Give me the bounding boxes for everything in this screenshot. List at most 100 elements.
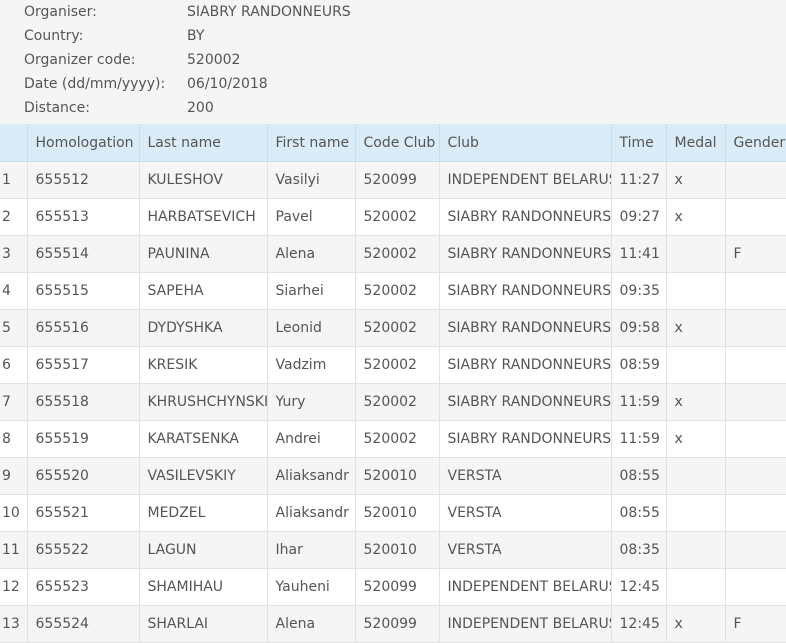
table-row[interactable]: 7 655518 KHRUSHCHYNSKI Yury 520002 SIABRY RAN…	[0, 383, 786, 421]
table-row[interactable]: 8 655519 KARATSENKA Andrei 520002 SIABRY RAND…	[0, 420, 786, 458]
first-name-cell: Aliaksandr	[267, 457, 356, 495]
row-index: 1	[0, 161, 28, 199]
col-header-homologation[interactable]: Homologation	[27, 124, 140, 162]
homologation-cell: 655515	[27, 272, 140, 310]
first-name-cell: Yauheni	[267, 568, 356, 606]
date-value: 06/10/2018	[187, 76, 268, 92]
col-header-time[interactable]: Time	[611, 124, 667, 162]
first-name-cell: Vadzim	[267, 346, 356, 384]
club-cell: VERSTA	[439, 494, 612, 532]
table-row[interactable]: 5 655516 DYDYSHKA Leonid 520002 SIABRY RANDON…	[0, 309, 786, 347]
col-header-gender[interactable]: Gender	[725, 124, 786, 162]
medal-cell	[666, 568, 726, 606]
club-cell: SIABRY RANDONNEURS	[439, 272, 612, 310]
time-cell: 08:59	[611, 346, 667, 384]
table-row[interactable]: 3 655514 PAUNINA Alena 520002 SIABRY RANDONNE…	[0, 235, 786, 273]
last-name-cell: SAPEHA	[139, 272, 268, 310]
club-cell: INDEPENDENT BELARUS	[439, 605, 612, 643]
medal-cell: x	[666, 161, 726, 199]
last-name-cell: HARBATSEVICH	[139, 198, 268, 236]
code-club-cell: 520002	[355, 235, 440, 273]
time-cell: 09:27	[611, 198, 667, 236]
table-row[interactable]: 11 655522 LAGUN Ihar 520010 VERSTA 08:35	[0, 531, 786, 569]
country-label: Country:	[24, 28, 84, 44]
gender-cell	[725, 494, 786, 532]
homologation-cell: 655523	[27, 568, 140, 606]
gender-cell	[725, 198, 786, 236]
last-name-cell: KARATSENKA	[139, 420, 268, 458]
organizer-code-value: 520002	[187, 52, 241, 68]
club-cell: SIABRY RANDONNEURS	[439, 309, 612, 347]
row-index: 4	[0, 272, 28, 310]
row-index: 5	[0, 309, 28, 347]
first-name-cell: Siarhei	[267, 272, 356, 310]
row-index: 3	[0, 235, 28, 273]
gender-cell: F	[725, 235, 786, 273]
homologation-cell: 655518	[27, 383, 140, 421]
col-header-club[interactable]: Club	[439, 124, 612, 162]
col-header-code-club[interactable]: Code Club	[355, 124, 440, 162]
medal-cell	[666, 235, 726, 273]
last-name-cell: SHAMIHAU	[139, 568, 268, 606]
code-club-cell: 520010	[355, 494, 440, 532]
table-row[interactable]: 9 655520 VASILEVSKIY Aliaksandr 520010 VERSTA…	[0, 457, 786, 495]
country-value: BY	[187, 28, 205, 44]
organizer-code-row: Organizer code: 520002	[24, 48, 764, 72]
club-cell: SIABRY RANDONNEURS	[439, 198, 612, 236]
event-info: Organiser: SIABRY RANDONNEURS Country: B…	[0, 0, 786, 124]
table-row[interactable]: 1 655512 KULESHOV Vasilyi 520099 INDEPENDENT …	[0, 161, 786, 199]
time-cell: 11:59	[611, 420, 667, 458]
medal-cell: x	[666, 309, 726, 347]
gender-cell	[725, 272, 786, 310]
row-index: 13	[0, 605, 28, 643]
last-name-cell: KULESHOV	[139, 161, 268, 199]
last-name-cell: MEDZEL	[139, 494, 268, 532]
last-name-cell: PAUNINA	[139, 235, 268, 273]
first-name-cell: Alena	[267, 605, 356, 643]
table-row[interactable]: 4 655515 SAPEHA Siarhei 520002 SIABRY RANDONN…	[0, 272, 786, 310]
col-header-last-name[interactable]: Last name	[139, 124, 268, 162]
time-cell: 09:58	[611, 309, 667, 347]
row-index: 12	[0, 568, 28, 606]
results-table: Homologation Last name First name Code C…	[0, 124, 786, 643]
club-cell: INDEPENDENT BELARUS	[439, 161, 612, 199]
homologation-cell: 655519	[27, 420, 140, 458]
time-cell: 11:59	[611, 383, 667, 421]
first-name-cell: Andrei	[267, 420, 356, 458]
medal-cell	[666, 457, 726, 495]
time-cell: 09:35	[611, 272, 667, 310]
homologation-cell: 655517	[27, 346, 140, 384]
medal-cell	[666, 494, 726, 532]
homologation-cell: 655524	[27, 605, 140, 643]
date-row: Date (dd/mm/yyyy): 06/10/2018	[24, 72, 764, 96]
time-cell: 11:41	[611, 235, 667, 273]
table-row[interactable]: 10 655521 MEDZEL Aliaksandr 520010 VERSTA 08:5…	[0, 494, 786, 532]
club-cell: SIABRY RANDONNEURS	[439, 383, 612, 421]
first-name-cell: Alena	[267, 235, 356, 273]
code-club-cell: 520010	[355, 457, 440, 495]
medal-cell: x	[666, 420, 726, 458]
country-row: Country: BY	[24, 24, 764, 48]
homologation-cell: 655512	[27, 161, 140, 199]
table-row[interactable]: 6 655517 KRESIK Vadzim 520002 SIABRY RANDONNE…	[0, 346, 786, 384]
row-index: 2	[0, 198, 28, 236]
table-row[interactable]: 12 655523 SHAMIHAU Yauheni 520099 INDEPENDENT…	[0, 568, 786, 606]
distance-label: Distance:	[24, 100, 90, 116]
col-header-first-name[interactable]: First name	[267, 124, 356, 162]
table-row[interactable]: 13 655524 SHARLAI Alena 520099 INDEPENDENT BE…	[0, 605, 786, 643]
organiser-label: Organiser:	[24, 4, 97, 20]
club-cell: INDEPENDENT BELARUS	[439, 568, 612, 606]
gender-cell	[725, 161, 786, 199]
last-name-cell: DYDYSHKA	[139, 309, 268, 347]
col-header-medal[interactable]: Medal	[666, 124, 726, 162]
row-index: 8	[0, 420, 28, 458]
table-row[interactable]: 2 655513 HARBATSEVICH Pavel 520002 SIABRY RAN…	[0, 198, 786, 236]
organizer-code-label: Organizer code:	[24, 52, 136, 68]
col-header-index[interactable]	[0, 124, 28, 162]
last-name-cell: LAGUN	[139, 531, 268, 569]
homologation-cell: 655513	[27, 198, 140, 236]
gender-cell	[725, 346, 786, 384]
code-club-cell: 520099	[355, 161, 440, 199]
club-cell: VERSTA	[439, 531, 612, 569]
homologation-cell: 655520	[27, 457, 140, 495]
